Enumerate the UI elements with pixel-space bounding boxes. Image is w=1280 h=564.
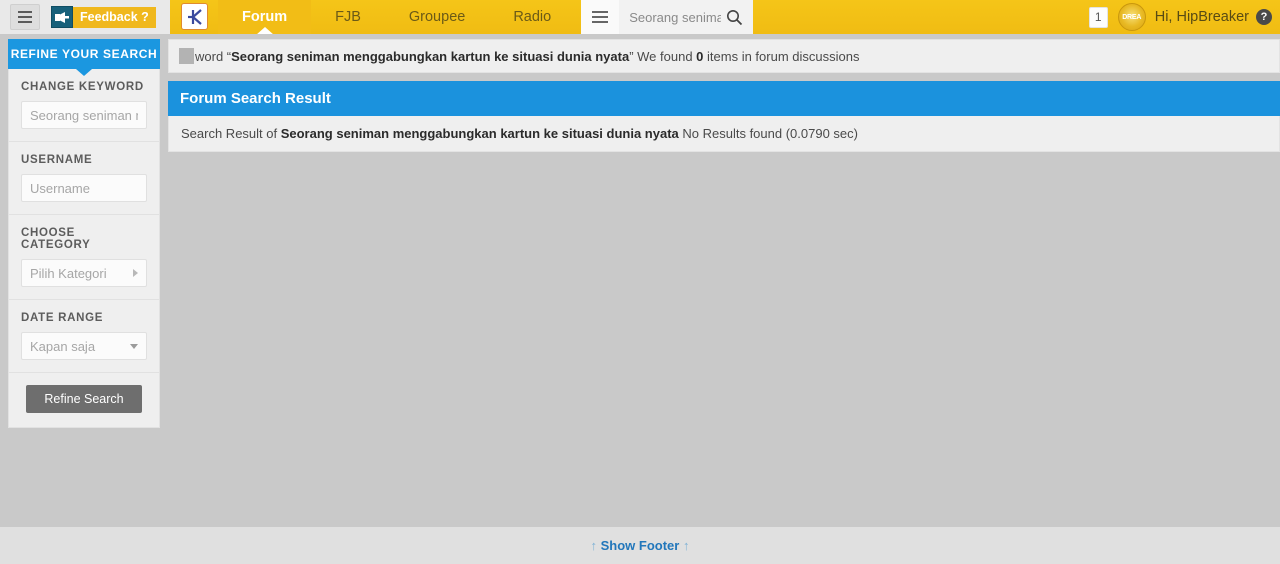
footer-bar: ↑ Show Footer ↑	[0, 527, 1280, 564]
question-circle-icon[interactable]: ?	[1256, 9, 1272, 25]
field-label-choose-category: CHOOSE CATEGORY	[21, 227, 91, 251]
kaskus-logo-icon[interactable]	[181, 3, 208, 30]
feedback-label: Feedback ?	[73, 6, 156, 28]
arrow-up-right-icon: ↑	[682, 538, 690, 553]
refine-search-button[interactable]: Refine Search	[26, 385, 142, 413]
tab-groupee[interactable]: Groupee	[385, 0, 489, 34]
nav-left-cluster: Feedback ?	[0, 0, 170, 34]
field-choose-category: CHOOSE CATEGORY Pilih Kategori	[9, 227, 159, 300]
field-label-username: USERNAME	[21, 154, 93, 166]
search-notice-text: word “Seorang seniman menggabungkan kart…	[195, 49, 859, 64]
notification-badge[interactable]: 1	[1088, 6, 1108, 28]
result-lead: Search Result of	[181, 126, 281, 141]
main-content: word “Seorang seniman menggabungkan kart…	[168, 39, 1280, 152]
refine-search-header[interactable]: REFINE YOUR SEARCH	[8, 39, 160, 76]
user-greeting[interactable]: Hi, HipBreaker	[1155, 9, 1249, 25]
notice-middle: We found	[633, 48, 697, 64]
field-label-change-keyword: CHANGE KEYWORD	[21, 81, 144, 93]
date-range-select[interactable]: Kapan saja	[21, 332, 147, 360]
notice-suffix: items in forum discussions	[703, 48, 860, 64]
search-input[interactable]	[629, 9, 722, 25]
main-menu-icon[interactable]	[10, 4, 40, 30]
tab-groupee-label: Groupee	[408, 9, 466, 25]
search-category-menu-icon[interactable]	[581, 0, 620, 34]
tab-radio-label: Radio	[513, 9, 552, 25]
username-input[interactable]	[21, 174, 147, 202]
refine-search-sidebar: REFINE YOUR SEARCH CHANGE KEYWORD USERNA…	[8, 39, 160, 428]
show-footer-label: Show Footer	[597, 538, 683, 553]
chevron-down-icon	[130, 343, 138, 349]
avatar-label: DREA	[1122, 13, 1142, 21]
forum-search-result-body: Search Result of Seorang seniman menggab…	[168, 116, 1280, 152]
tab-forum-label: Forum	[242, 9, 288, 25]
refine-submit-row: Refine Search	[9, 385, 159, 427]
page-body: REFINE YOUR SEARCH CHANGE KEYWORD USERNA…	[0, 34, 1280, 527]
notice-prefix: word	[195, 48, 227, 64]
search-notice-bar: word “Seorang seniman menggabungkan kart…	[168, 39, 1280, 73]
panel-pointer-icon	[76, 69, 92, 76]
tab-forum[interactable]: Forum	[218, 0, 312, 35]
nav-right-cluster: 1 DREA Hi, HipBreaker ?	[1088, 0, 1280, 34]
field-username: USERNAME	[9, 154, 159, 215]
result-keyword: Seorang seniman menggabungkan kartun ke …	[280, 126, 679, 141]
chevron-right-icon	[133, 269, 138, 277]
choose-category-select[interactable]: Pilih Kategori	[21, 259, 147, 287]
nav-search-zone	[581, 0, 754, 34]
choose-category-value: Pilih Kategori	[30, 265, 107, 281]
notice-keyword: Seorang seniman menggabungkan kartun ke …	[231, 48, 630, 64]
tab-radio[interactable]: Radio	[489, 0, 575, 34]
result-status: No Results found (0.0790 sec)	[678, 126, 858, 141]
hand-megaphone-icon	[51, 6, 73, 28]
tab-fjb-label: FJB	[335, 9, 361, 25]
forum-search-result-panel: Forum Search Result Search Result of Seo…	[168, 81, 1280, 152]
change-keyword-input[interactable]	[21, 101, 147, 129]
search-field-wrapper	[619, 0, 754, 34]
date-range-value: Kapan saja	[30, 338, 96, 354]
field-date-range: DATE RANGE Kapan saja	[9, 312, 159, 373]
feedback-button[interactable]: Feedback ?	[51, 6, 156, 28]
show-footer-link[interactable]: ↑ Show Footer ↑	[591, 538, 690, 553]
broken-image-icon	[179, 48, 194, 64]
tab-fjb[interactable]: FJB	[311, 0, 385, 34]
refine-search-form: CHANGE KEYWORD USERNAME CHOOSE CATEGORY …	[8, 69, 160, 428]
magnifier-icon[interactable]	[721, 4, 747, 30]
field-change-keyword: CHANGE KEYWORD	[9, 81, 159, 142]
field-label-date-range: DATE RANGE	[21, 312, 104, 324]
primary-nav-tabs: Forum FJB Groupee Radio	[218, 0, 575, 35]
avatar[interactable]: DREA	[1117, 3, 1146, 31]
top-navigation-bar: Feedback ? Forum FJB Groupee Radio Seora…	[0, 0, 1280, 35]
refine-search-title: REFINE YOUR SEARCH	[10, 47, 158, 61]
forum-search-result-title: Forum Search Result	[168, 81, 1280, 116]
